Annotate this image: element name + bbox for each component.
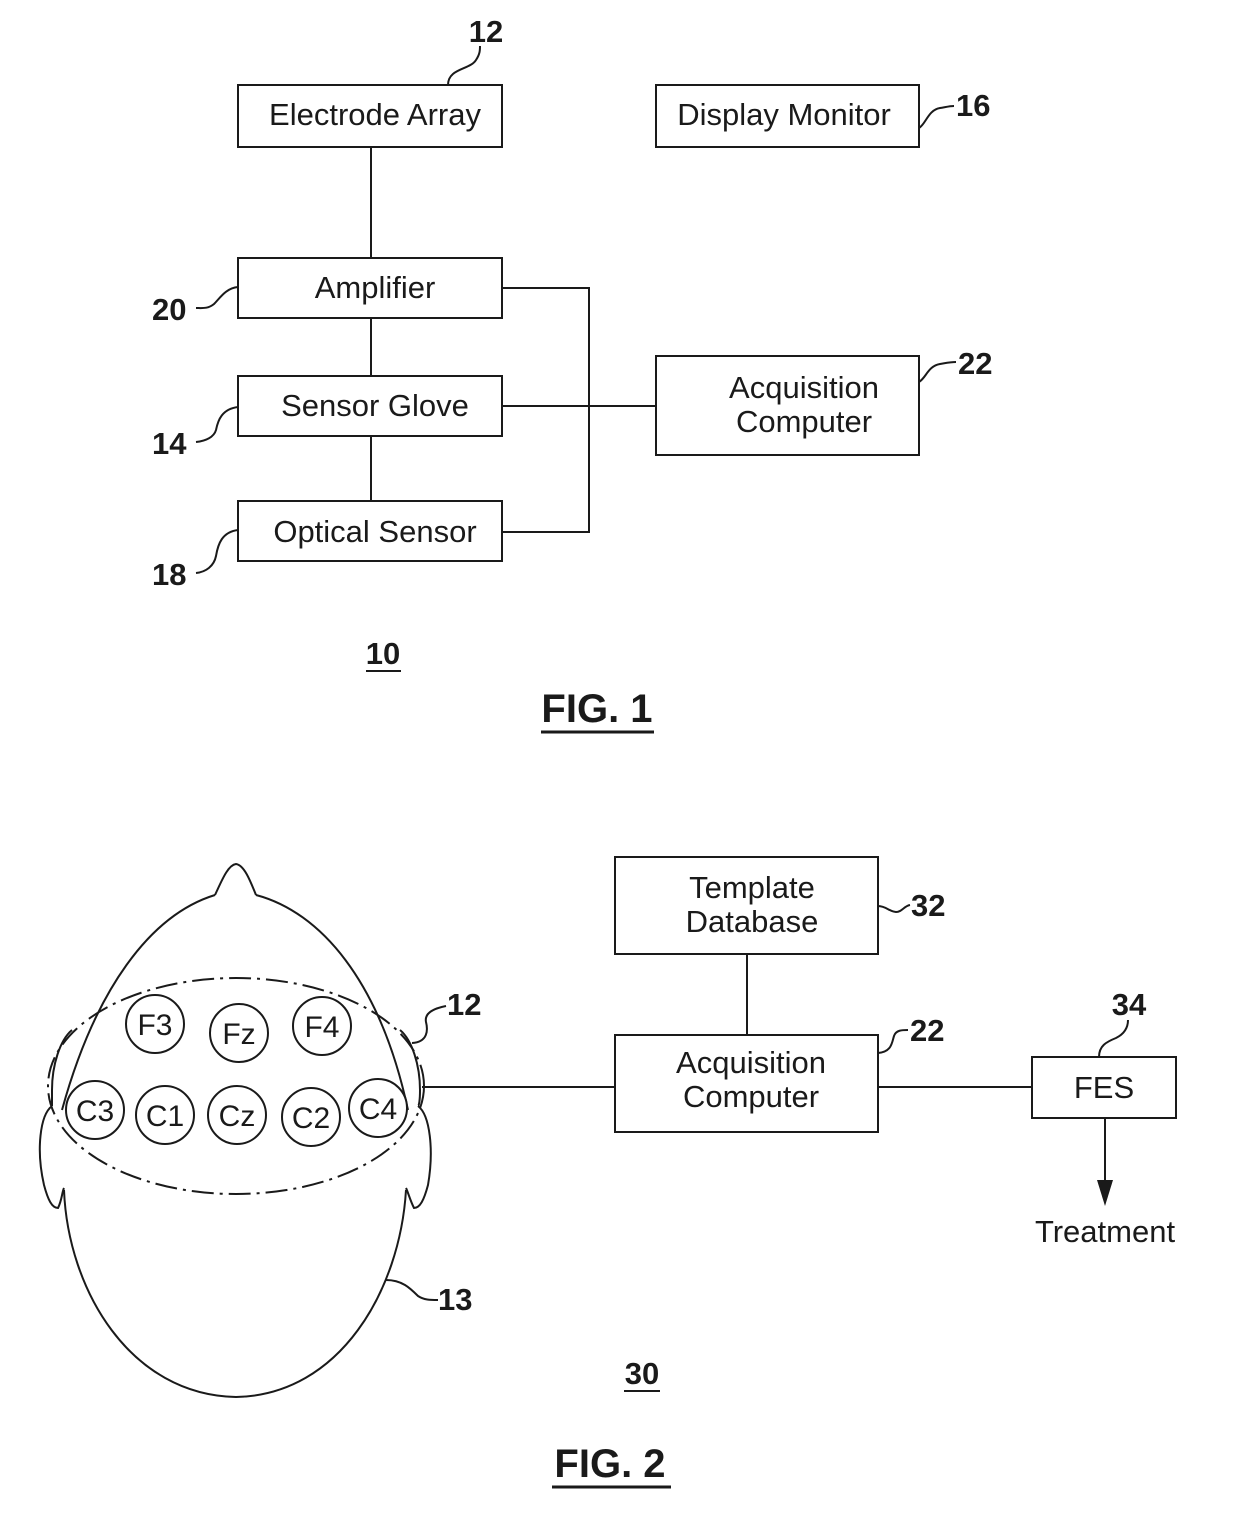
ref-22-fig2: 22	[910, 1013, 944, 1048]
fig1-title: FIG. 1	[541, 687, 652, 731]
leader-20	[195, 286, 239, 310]
leader-18	[195, 529, 239, 574]
svg-text:C3: C3	[76, 1095, 114, 1128]
ref-16: 16	[956, 88, 990, 123]
system-ref-30: 30	[625, 1356, 659, 1391]
block-template-database: Template Database	[614, 856, 879, 955]
template-database-line2: Database	[686, 904, 819, 939]
leader-12	[447, 45, 481, 86]
nose	[214, 862, 257, 896]
svg-text:F4: F4	[304, 1011, 339, 1044]
fig2-title: FIG. 2	[554, 1442, 665, 1486]
block-sensor-glove: Sensor Glove	[237, 375, 503, 437]
amplifier-label: Amplifier	[315, 270, 436, 305]
ref-34: 34	[1112, 987, 1147, 1022]
svg-text:F3: F3	[137, 1009, 172, 1042]
left-ear	[38, 1105, 65, 1210]
electrode-Cz: Cz	[207, 1085, 267, 1145]
left-temple	[50, 1029, 73, 1106]
block-electrode-array: Electrode Array	[237, 84, 503, 148]
display-monitor-label: Display Monitor	[677, 97, 891, 132]
block-optical-sensor: Optical Sensor	[237, 500, 503, 562]
electrode-C1: C1	[135, 1085, 195, 1145]
template-database-line1: Template	[689, 870, 815, 905]
electrode-C3: C3	[65, 1080, 125, 1140]
right-ear	[405, 1105, 432, 1210]
sensor-glove-label: Sensor Glove	[281, 388, 469, 423]
block-acquisition-computer-fig1: Acquisition Computer	[655, 355, 920, 456]
svg-text:C4: C4	[359, 1093, 397, 1126]
block-display-monitor: Display Monitor	[655, 84, 920, 148]
electrode-F3: F3	[125, 994, 185, 1054]
leader-16	[918, 105, 955, 129]
ref-20: 20	[152, 292, 186, 327]
svg-text:Fz: Fz	[222, 1018, 255, 1051]
ref-14: 14	[152, 426, 187, 461]
wire-bus	[502, 287, 590, 533]
acquisition2-line1: Acquisition	[676, 1045, 826, 1080]
fig1-diagram: Electrode Array 12 Display Monitor 16 Am…	[152, 14, 992, 734]
leader-12-fig2	[411, 1005, 447, 1044]
optical-sensor-label: Optical Sensor	[273, 514, 476, 549]
system-ref-10: 10	[366, 636, 400, 671]
electrode-C4: C4	[348, 1078, 408, 1138]
leader-22-fig1	[918, 361, 957, 383]
electrode-C2: C2	[281, 1087, 341, 1147]
head-lower	[63, 1189, 407, 1399]
patent-figures: Electrode Array 12 Display Monitor 16 Am…	[38, 14, 1177, 1489]
ref-12-fig2: 12	[447, 987, 481, 1022]
svg-text:C2: C2	[292, 1102, 330, 1135]
electrode-F4: F4	[292, 996, 352, 1056]
block-amplifier: Amplifier	[237, 257, 503, 319]
acquisition-label-line1: Acquisition	[729, 370, 879, 405]
block-fes: FES	[1031, 1056, 1177, 1119]
electrode-array-label: Electrode Array	[269, 97, 481, 132]
fig2-diagram: F3 Fz F4 C3 C1 Cz C2 C4 12 13 Template D…	[38, 856, 1177, 1489]
ref-18: 18	[152, 557, 186, 592]
leader-13	[385, 1279, 439, 1301]
acquisition-label-line2: Computer	[736, 404, 872, 439]
leader-34	[1098, 1019, 1129, 1058]
treatment-label: Treatment	[1035, 1214, 1176, 1249]
ref-13: 13	[438, 1282, 472, 1317]
block-acquisition-computer-fig2: Acquisition Computer	[614, 1034, 879, 1133]
ref-12: 12	[469, 14, 503, 49]
leader-32	[877, 904, 911, 914]
ref-32: 32	[911, 888, 945, 923]
leader-14	[195, 406, 239, 443]
electrode-Fz: Fz	[209, 1003, 269, 1063]
fes-label: FES	[1074, 1070, 1134, 1105]
svg-text:C1: C1	[146, 1100, 184, 1133]
svg-text:Cz: Cz	[219, 1100, 256, 1133]
leader-22-fig2	[877, 1029, 909, 1054]
acquisition2-line2: Computer	[683, 1079, 819, 1114]
arrow-down-icon	[1097, 1180, 1113, 1206]
ref-22-fig1: 22	[958, 346, 992, 381]
